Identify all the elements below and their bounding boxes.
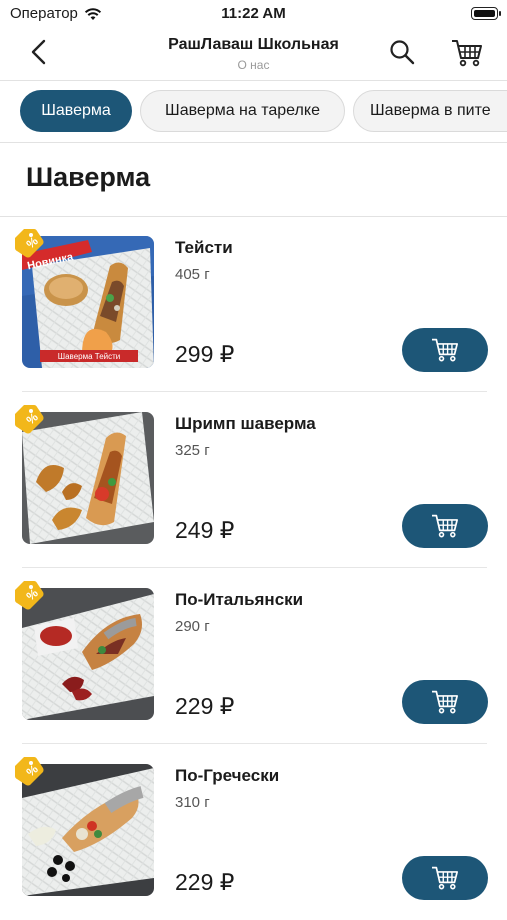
product-name: По-Гречески bbox=[175, 766, 280, 785]
product-name: По-Итальянски bbox=[175, 590, 304, 609]
tab-shaverma-plate[interactable]: Шаверма на тарелке bbox=[140, 90, 345, 132]
cart-icon bbox=[432, 338, 458, 362]
product-card[interactable]: Новинка Шаверма Тейсти Тейсти 405 г 299 … bbox=[0, 216, 507, 392]
add-to-cart-button[interactable] bbox=[402, 856, 488, 900]
product-price: 229 ₽ bbox=[175, 869, 235, 895]
nav-bar: РашЛаваш Школьная О нас bbox=[0, 28, 507, 81]
product-weight: 325 г bbox=[175, 442, 210, 459]
cart-icon bbox=[432, 690, 458, 714]
add-to-cart-button[interactable] bbox=[402, 680, 488, 724]
section-title: Шаверма bbox=[26, 162, 151, 192]
product-price: 229 ₽ bbox=[175, 693, 235, 719]
product-weight: 310 г bbox=[175, 794, 210, 811]
battery-icon bbox=[471, 7, 501, 20]
discount-tag-icon bbox=[15, 229, 44, 258]
product-card[interactable]: По-Итальянски 290 г 229 ₽ bbox=[0, 568, 507, 744]
product-card[interactable]: По-Гречески 310 г 229 ₽ bbox=[0, 744, 507, 920]
discount-tag-icon bbox=[15, 405, 44, 434]
cart-icon bbox=[432, 514, 458, 538]
cart-icon[interactable] bbox=[450, 38, 484, 68]
photo-label-name: Шаверма Тейсти bbox=[58, 352, 121, 361]
add-to-cart-button[interactable] bbox=[402, 504, 488, 548]
about-link[interactable]: О нас bbox=[0, 58, 507, 72]
tab-shaverma-pita[interactable]: Шаверма в пите bbox=[353, 90, 507, 132]
cart-icon bbox=[432, 866, 458, 890]
product-weight: 290 г bbox=[175, 618, 210, 635]
search-icon[interactable] bbox=[388, 38, 416, 66]
discount-tag-icon bbox=[15, 757, 44, 786]
category-tabs: Шаверма Шаверма на тарелке Шаверма в пит… bbox=[0, 80, 507, 143]
add-to-cart-button[interactable] bbox=[402, 328, 488, 372]
product-name: Шримп шаверма bbox=[175, 414, 316, 433]
clock: 11:22 AM bbox=[221, 5, 286, 22]
product-weight: 405 г bbox=[175, 266, 210, 283]
discount-tag-icon bbox=[15, 581, 44, 610]
product-price: 299 ₽ bbox=[175, 341, 235, 367]
product-card[interactable]: Шримп шаверма 325 г 249 ₽ bbox=[0, 392, 507, 568]
page-title: РашЛаваш Школьная bbox=[168, 36, 339, 53]
status-bar: Оператор 11:22 AM bbox=[0, 0, 507, 28]
product-name: Тейсти bbox=[175, 238, 233, 257]
product-price: 249 ₽ bbox=[175, 517, 235, 543]
tab-shaverma[interactable]: Шаверма bbox=[20, 90, 132, 132]
